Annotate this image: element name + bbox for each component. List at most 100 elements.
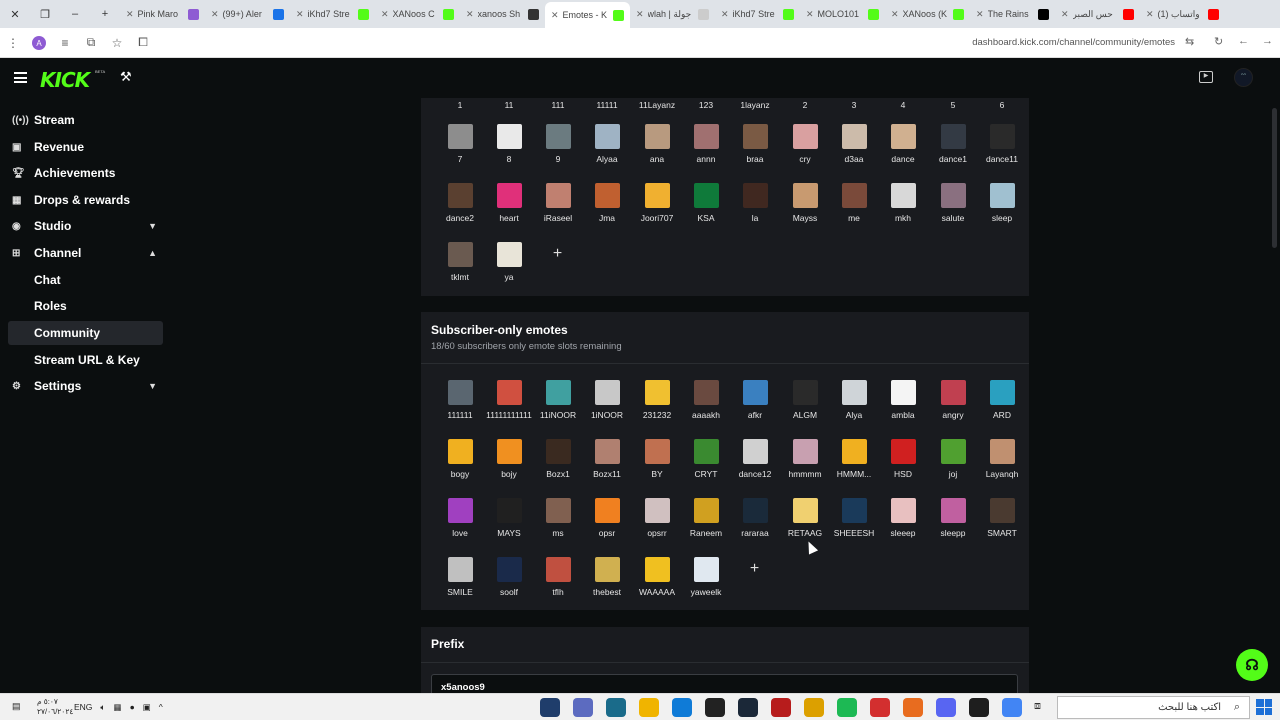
emote-item[interactable]: 8 [489, 124, 529, 164]
emote-item[interactable]: dance12 [735, 439, 775, 479]
task-view-icon[interactable]: ⧈ [1034, 700, 1041, 713]
emote-item[interactable]: CRYT [686, 439, 726, 479]
close-tab-icon[interactable]: ✕ [1061, 9, 1069, 20]
browser-tab[interactable]: ✕ The Rains [970, 3, 1055, 25]
browser-tab[interactable]: ✕ iKhd7 Stre [715, 3, 800, 25]
emote-item[interactable]: dance [883, 124, 923, 164]
emote-item[interactable]: tklmt [440, 242, 480, 282]
sidebar-item-studio[interactable]: ◉ Studio ▼ [8, 214, 163, 238]
forward-icon[interactable]: ← [1238, 35, 1249, 47]
browser-tab[interactable]: ✕ XANoos C [375, 3, 460, 25]
close-window-icon[interactable]: ✕ [0, 0, 30, 28]
taskbar-app-icon[interactable] [573, 698, 593, 717]
emote-item[interactable]: rararaa [735, 498, 775, 538]
emote-item[interactable]: aaaakh [686, 380, 726, 420]
emote-item[interactable]: bogy [440, 439, 480, 479]
sidebar-item-roles[interactable]: Roles [8, 294, 163, 318]
emote-item[interactable]: HSD [883, 439, 923, 479]
browser-tab[interactable]: ✕ حس الصبر [1055, 3, 1140, 25]
emote-item[interactable]: soolf [489, 557, 529, 597]
url-field[interactable]: dashboard.kick.com/channel/community/emo… [972, 37, 1175, 48]
restore-window-icon[interactable]: ❐ [30, 0, 60, 28]
user-avatar[interactable]: ᵔᵔ [1234, 68, 1253, 87]
taskbar-search[interactable]: اكتب هنا للبحث ⌕ [1057, 696, 1250, 719]
emote-item[interactable]: yaweelk [686, 557, 726, 597]
minimize-window-icon[interactable]: – [60, 0, 90, 28]
close-tab-icon[interactable]: ✕ [891, 9, 899, 20]
browser-tab[interactable]: ✕ (99+) Aler [205, 3, 290, 25]
emote-item[interactable]: Raneem [686, 498, 726, 538]
bookmark-star-icon[interactable]: ☆ [104, 36, 130, 50]
emote-item[interactable]: HMMM... [834, 439, 874, 479]
sidebar-item-achievements[interactable]: 🏆︎ Achievements [8, 161, 163, 185]
emote-item[interactable]: MAYS [489, 498, 529, 538]
screenshot-icon[interactable]: ⧠ [130, 35, 156, 50]
sidebar-item-chat[interactable]: Chat [8, 268, 163, 292]
volume-icon[interactable]: 🔈︎ [100, 702, 105, 713]
extensions-icon[interactable]: ⧉ [78, 35, 104, 50]
tray-expand-icon[interactable]: ^ [159, 702, 163, 713]
emote-item[interactable]: 7 [440, 124, 480, 164]
emote-item[interactable]: dance11 [982, 124, 1022, 164]
emote-item[interactable]: SMART [982, 498, 1022, 538]
kick-logo[interactable]: KICK [40, 68, 90, 92]
add-emote-button[interactable]: + [545, 242, 570, 267]
taskbar-clock[interactable]: ٥:٠٧ م ٢٧/٠٦/٢٠٢٤ [37, 697, 73, 717]
close-tab-icon[interactable]: ✕ [466, 9, 474, 20]
emote-item[interactable]: sleeep [883, 498, 923, 538]
hamburger-menu-icon[interactable] [14, 72, 27, 83]
emote-item[interactable]: dance1 [933, 124, 973, 164]
emote-item[interactable]: cry [785, 124, 825, 164]
emote-item[interactable]: 1iNOOR [587, 380, 627, 420]
scrollbar[interactable] [1272, 108, 1277, 248]
emote-item[interactable]: 111111 [440, 380, 480, 420]
emote-item[interactable]: ya [489, 242, 529, 282]
taskbar-app-icon[interactable] [969, 698, 989, 717]
emote-item[interactable]: ALGM [785, 380, 825, 420]
new-tab-icon[interactable]: + [90, 0, 120, 28]
network-icon[interactable]: ▦ [114, 702, 122, 713]
emote-item[interactable]: opsr [587, 498, 627, 538]
close-tab-icon[interactable]: ✕ [721, 9, 729, 20]
browser-tab[interactable]: ✕ Pink Maro [120, 3, 205, 25]
notification-icon[interactable]: ▤ [12, 701, 21, 712]
emote-item[interactable]: WAAAAA [637, 557, 677, 597]
emote-item[interactable]: opsrr [637, 498, 677, 538]
emote-item[interactable]: sleepp [933, 498, 973, 538]
emote-item[interactable]: Alya [834, 380, 874, 420]
browser-tab[interactable]: ✕ wlah | جولة [630, 3, 715, 25]
emote-item[interactable]: ana [637, 124, 677, 164]
sidebar-item-settings[interactable]: ⚙ Settings ▼ [8, 374, 163, 398]
emote-item[interactable]: hmmmm [785, 439, 825, 479]
emote-item[interactable]: Jma [587, 183, 627, 223]
emote-item[interactable]: Joori707 [637, 183, 677, 223]
emote-item[interactable]: love [440, 498, 480, 538]
close-tab-icon[interactable]: ✕ [296, 9, 304, 20]
back-icon[interactable]: → [1262, 35, 1273, 47]
sidebar-item-community[interactable]: Community [8, 321, 163, 345]
emote-item[interactable]: Alyaa [587, 124, 627, 164]
emote-item[interactable]: heart [489, 183, 529, 223]
browser-tab[interactable]: ✕ xanoos Sh [460, 3, 545, 25]
emote-item[interactable]: afkr [735, 380, 775, 420]
browser-tab[interactable]: ✕ iKhd7 Stre [290, 3, 375, 25]
emote-item[interactable]: Bozx1 [538, 439, 578, 479]
emote-item[interactable]: KSA [686, 183, 726, 223]
language-indicator[interactable]: ENG [74, 702, 92, 713]
hammer-icon[interactable]: ⚒ [120, 69, 132, 85]
emote-item[interactable]: mkh [883, 183, 923, 223]
taskbar-app-icon[interactable] [672, 698, 692, 717]
emote-item[interactable]: BY [637, 439, 677, 479]
taskbar-app-icon[interactable] [705, 698, 725, 717]
taskbar-app-icon[interactable] [804, 698, 824, 717]
emote-item[interactable]: Bozx11 [587, 439, 627, 479]
close-tab-icon[interactable]: ✕ [211, 9, 219, 20]
taskbar-app-icon[interactable] [738, 698, 758, 717]
emote-item[interactable]: thebest [587, 557, 627, 597]
emote-item[interactable]: braa [735, 124, 775, 164]
close-tab-icon[interactable]: ✕ [381, 9, 389, 20]
emote-item[interactable]: joj [933, 439, 973, 479]
close-tab-icon[interactable]: ✕ [636, 9, 644, 20]
sidebar-item-drops-rewards[interactable]: ▦ Drops & rewards [8, 188, 163, 212]
playlist-icon[interactable]: ≡ [52, 36, 78, 50]
